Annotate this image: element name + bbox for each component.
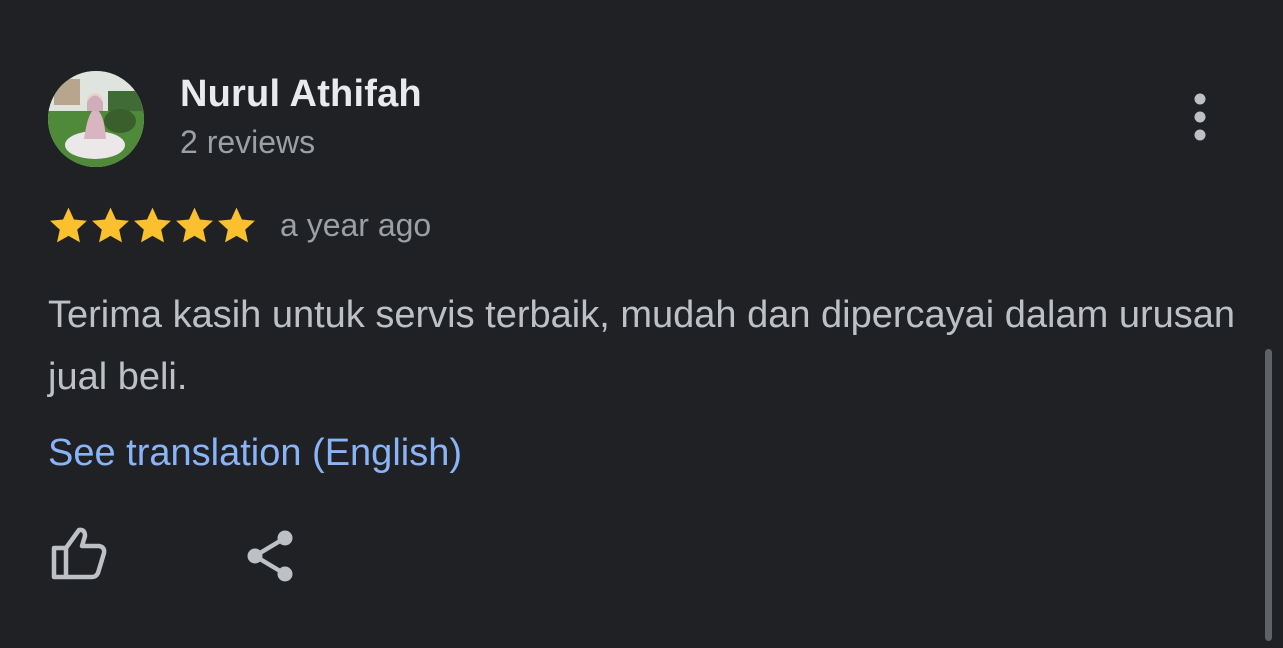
star-icon bbox=[218, 207, 255, 243]
share-icon bbox=[247, 530, 293, 582]
author-avatar[interactable] bbox=[48, 71, 144, 167]
star-icon bbox=[50, 207, 87, 243]
see-translation-link[interactable]: See translation (English) bbox=[48, 432, 462, 475]
star-icon bbox=[134, 207, 171, 243]
more-vert-icon bbox=[1194, 93, 1206, 141]
review-card: Nurul Athifah 2 reviews a year ago Terim… bbox=[0, 0, 1283, 648]
scrollbar-thumb[interactable] bbox=[1265, 349, 1272, 641]
star-rating bbox=[48, 205, 258, 245]
star-icon bbox=[176, 207, 213, 243]
review-time: a year ago bbox=[280, 206, 432, 243]
rating-row: a year ago bbox=[48, 203, 431, 247]
more-options-button[interactable] bbox=[1176, 90, 1224, 146]
review-text: Terima kasih untuk servis terbaik, mudah… bbox=[48, 294, 1236, 398]
star-icon bbox=[92, 207, 129, 243]
thumbs-up-icon bbox=[51, 527, 107, 580]
author-name[interactable]: Nurul Athifah bbox=[180, 73, 422, 116]
like-button[interactable] bbox=[46, 524, 112, 586]
share-button[interactable] bbox=[240, 526, 300, 588]
author-review-count: 2 reviews bbox=[180, 124, 316, 160]
